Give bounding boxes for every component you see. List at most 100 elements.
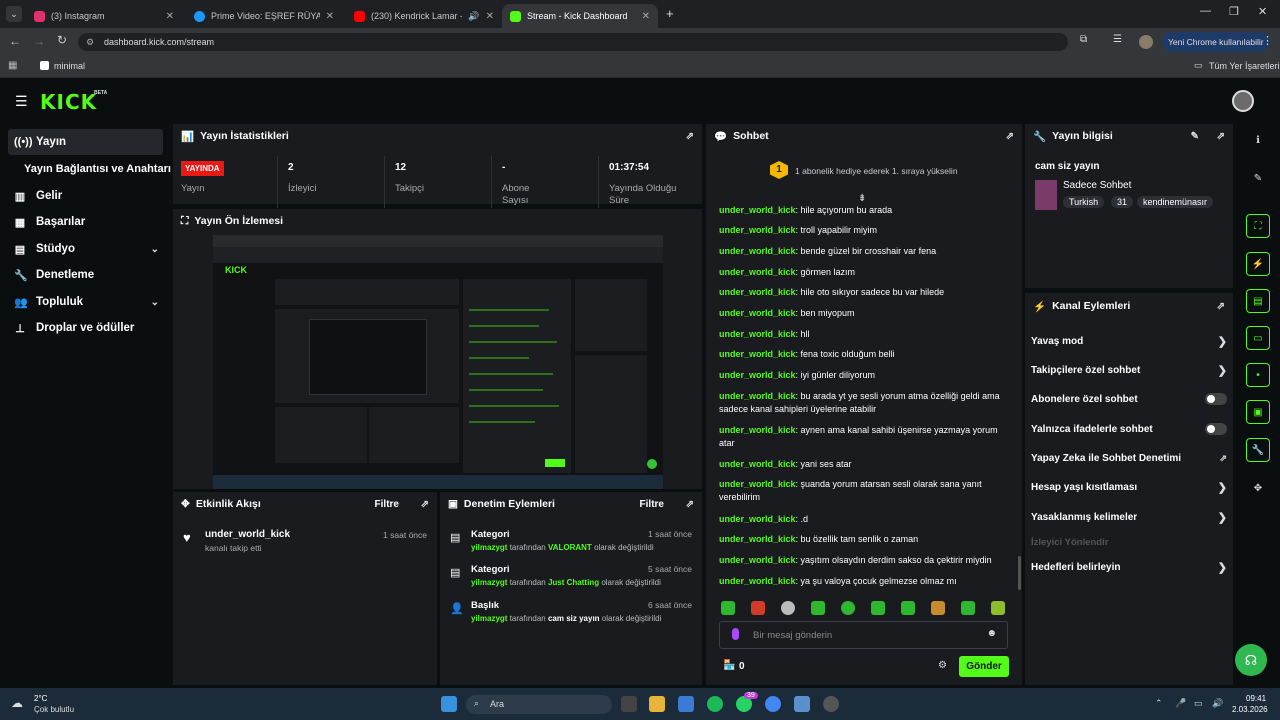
action-ai-moderation[interactable]: Yapay Zeka ile Sohbet Denetimi ⇗ xyxy=(1031,449,1231,467)
emote-icon[interactable] xyxy=(721,601,735,615)
popout-icon[interactable]: ⇗ xyxy=(421,499,429,510)
chat-username[interactable]: under_world_kick xyxy=(719,425,796,435)
taskbar-search[interactable]: ⌕ Ara xyxy=(466,695,612,714)
kick-logo[interactable]: KICK xyxy=(40,90,97,114)
chat-settings-icon[interactable]: ⚙ xyxy=(938,660,947,671)
clock-date[interactable]: 2.03.2026 xyxy=(1232,705,1268,714)
emote-icon[interactable] xyxy=(781,601,795,615)
store-icon[interactable] xyxy=(678,696,694,712)
sidebar-item-topluluk[interactable]: 👥 Topluluk ⌄ xyxy=(8,289,163,315)
activity-icon[interactable]: ✥ xyxy=(1246,476,1270,500)
emoji-icon[interactable]: ☻ xyxy=(986,628,997,639)
chrome-icon[interactable] xyxy=(765,696,781,712)
sidebar-item-basarilar[interactable]: ▦ Başarılar xyxy=(8,209,163,235)
display-icon[interactable]: ▭ xyxy=(1194,698,1203,709)
chat-username[interactable]: under_world_kick xyxy=(719,534,796,544)
emote-icon[interactable] xyxy=(991,601,1005,615)
emote-icon[interactable] xyxy=(871,601,885,615)
action-set-goals[interactable]: Hedefleri belirleyin ❯ xyxy=(1031,558,1231,576)
tab-search-icon[interactable]: ⌄ xyxy=(6,6,22,22)
steam-icon[interactable] xyxy=(823,696,839,712)
chrome-update-button[interactable]: Yeni Chrome kullanılabilir xyxy=(1162,32,1270,52)
chat-input[interactable]: Bir mesaj gönderin ☻ xyxy=(719,621,1008,649)
toggle-switch[interactable] xyxy=(1205,393,1227,405)
chevron-down-icon[interactable]: ⌄ xyxy=(151,244,159,255)
send-button[interactable]: Gönder xyxy=(959,656,1009,677)
mod-event-user[interactable]: yilmazygt xyxy=(471,543,507,552)
sidebar-item-denetleme[interactable]: 🔧 Denetleme xyxy=(8,262,163,288)
close-icon[interactable]: ✕ xyxy=(166,11,174,22)
action-subscribers-only[interactable]: Abonelere özel sohbet xyxy=(1031,390,1231,408)
chat-username[interactable]: under_world_kick xyxy=(719,459,796,469)
action-followers-only[interactable]: Takipçilere özel sohbet ❯ xyxy=(1031,361,1231,379)
moderation-icon[interactable]: ▣ xyxy=(1246,400,1270,424)
emote-icon[interactable] xyxy=(961,601,975,615)
url-bar[interactable]: ⚙ dashboard.kick.com/stream xyxy=(78,33,1068,51)
chat-username[interactable]: under_world_kick xyxy=(719,267,796,277)
mod-event-user[interactable]: yilmazygt xyxy=(471,614,507,623)
media-icon[interactable]: ☰ xyxy=(1113,34,1122,45)
emote-icon[interactable] xyxy=(901,601,915,615)
popout-icon[interactable]: ⇗ xyxy=(686,131,694,142)
action-banned-words[interactable]: Yasaklanmış kelimeler ❯ xyxy=(1031,508,1231,526)
edit-icon[interactable]: ✎ xyxy=(1246,166,1270,190)
stream-preview-video[interactable]: KICK xyxy=(213,235,663,489)
broadcast-icon[interactable]: • xyxy=(1246,363,1270,387)
stream-category[interactable]: Sadece Sohbet xyxy=(1063,180,1131,191)
sidebar-item-gelir[interactable]: ▥ Gelir xyxy=(8,183,163,209)
weather-temp[interactable]: 2°C xyxy=(34,694,47,703)
all-bookmarks-link[interactable]: Tüm Yer İşaretleri xyxy=(1209,61,1280,71)
chat-username[interactable]: under_world_kick xyxy=(719,555,796,565)
pinned-collapse-icon[interactable]: ⇟ xyxy=(858,193,866,204)
volume-icon[interactable]: 🔊 xyxy=(1212,698,1223,709)
chat-scrollbar[interactable] xyxy=(1018,556,1021,590)
action-account-age[interactable]: Hesap yaşı kısıtlaması ❯ xyxy=(1031,478,1231,496)
profile-avatar[interactable] xyxy=(1139,35,1153,49)
chat-username[interactable]: under_world_kick xyxy=(719,514,796,524)
chat-username[interactable]: under_world_kick xyxy=(719,246,796,256)
edit-icon[interactable]: ✎ xyxy=(1191,131,1199,142)
browser-tab-active[interactable]: Stream - Kick Dashboard ✕ xyxy=(502,4,658,28)
filter-button[interactable]: Filtre xyxy=(375,499,399,510)
chat-username[interactable]: under_world_kick xyxy=(719,329,796,339)
close-icon[interactable]: ✕ xyxy=(486,11,494,22)
browser-tab[interactable]: Prime Video: EŞREF RÜYA - 2.se ✕ xyxy=(186,4,342,28)
new-tab-icon[interactable]: + xyxy=(666,6,674,21)
chat-username[interactable]: under_world_kick xyxy=(719,370,796,380)
help-headset-icon[interactable]: ☊ xyxy=(1235,644,1267,676)
windows-start-icon[interactable] xyxy=(441,696,457,712)
popout-icon[interactable]: ⇗ xyxy=(686,499,694,510)
spotify-icon[interactable] xyxy=(707,696,723,712)
back-icon[interactable]: ← xyxy=(9,34,21,48)
sidebar-item-stream-key[interactable]: Yayın Bağlantısı ve Anahtarı xyxy=(8,156,171,182)
clock-time[interactable]: 09:41 xyxy=(1246,694,1266,703)
sidebar-item-droplar[interactable]: ⊥ Droplar ve ödüller xyxy=(8,315,163,341)
sidebar-item-yayin[interactable]: ((•)) Yayın xyxy=(8,129,163,155)
document-icon[interactable]: ▤ xyxy=(1246,289,1270,313)
speaker-icon[interactable]: 🔊 xyxy=(468,11,479,22)
sidebar-item-studyo[interactable]: ▤ Stüdyo ⌄ xyxy=(8,236,163,262)
site-info-icon[interactable]: ⚙ xyxy=(86,33,94,51)
chat-username[interactable]: under_world_kick xyxy=(719,576,796,586)
points-store-icon[interactable]: 🏪 xyxy=(723,660,735,671)
close-icon[interactable]: ✕ xyxy=(642,11,650,22)
kebab-menu-icon[interactable]: ⋮ xyxy=(1262,34,1273,47)
mic-tray-icon[interactable]: 🎤 xyxy=(1175,698,1186,709)
forward-icon[interactable]: → xyxy=(33,34,45,48)
extensions-icon[interactable]: ⧉ xyxy=(1080,34,1087,45)
chat-username[interactable]: under_world_kick xyxy=(719,287,796,297)
chat-username[interactable]: under_world_kick xyxy=(719,308,796,318)
chat-username[interactable]: under_world_kick xyxy=(719,225,796,235)
popout-icon[interactable]: ⇗ xyxy=(1217,131,1225,142)
chevron-down-icon[interactable]: ⌄ xyxy=(151,297,159,308)
chat-username[interactable]: under_world_kick xyxy=(719,391,796,401)
close-icon[interactable]: ✕ xyxy=(326,11,334,22)
user-avatar[interactable] xyxy=(1232,90,1254,112)
restore-icon[interactable]: ❐ xyxy=(1229,5,1239,18)
minimize-icon[interactable]: — xyxy=(1200,5,1211,17)
toggle-switch[interactable] xyxy=(1205,423,1227,435)
screen-icon[interactable]: ⛶ xyxy=(1246,214,1270,238)
stream-tag[interactable]: 31 xyxy=(1111,196,1134,208)
emote-icon[interactable] xyxy=(931,601,945,615)
stream-tag[interactable]: Turkish xyxy=(1063,196,1105,208)
